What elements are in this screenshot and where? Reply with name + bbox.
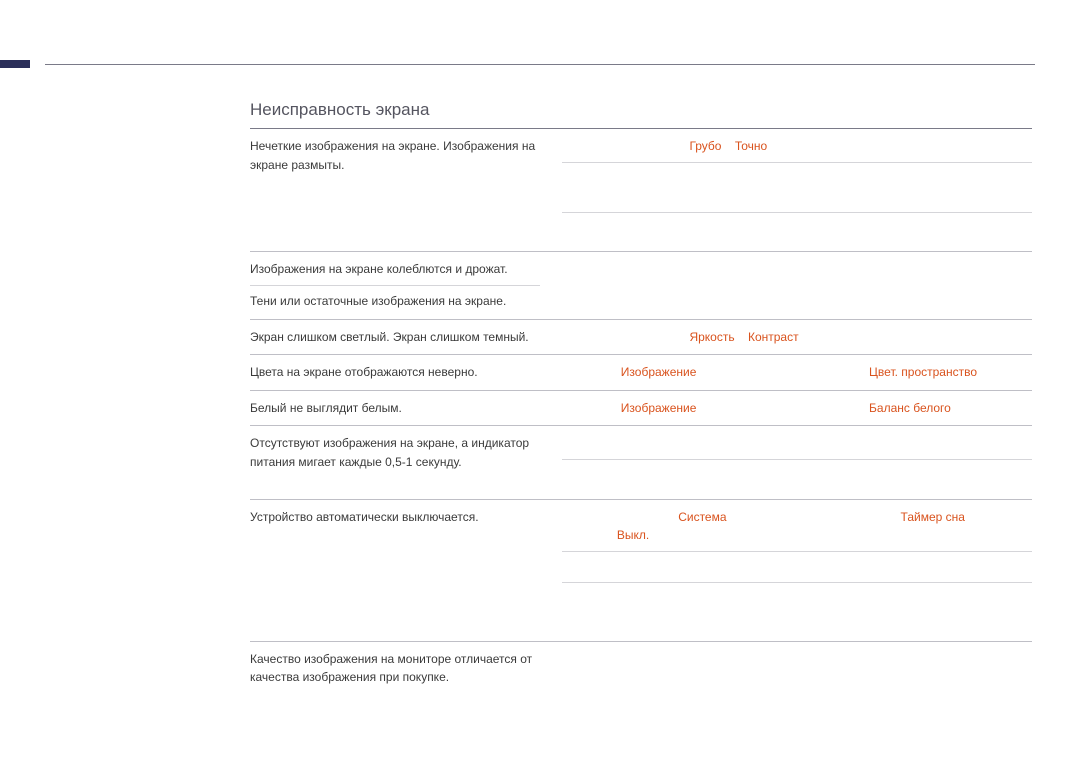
top-rule (45, 64, 1035, 65)
solution-text: и убедитесь, что для функции (727, 510, 901, 524)
solution-block-empty (562, 434, 1032, 459)
symptom-text: Тени или остаточные изображения на экран… (250, 285, 540, 311)
solution-text: . (797, 330, 800, 344)
table-row: Цвета на экране отображаются неверно. Вы… (250, 354, 1032, 390)
table-row: Отсутствуют изображения на экране, а инд… (250, 425, 1032, 498)
menu-link: Яркость (689, 330, 734, 344)
menu-link: Контраст (748, 330, 797, 344)
table-row: Экран слишком светлый. Экран слишком тем… (250, 319, 1032, 355)
section-title: Неисправность экрана (250, 100, 429, 120)
symptom-text: Изображения на экране колеблются и дрожа… (250, 260, 540, 279)
solution-block-empty (562, 582, 1032, 632)
menu-link: Система (678, 510, 726, 524)
symptom-cell: Нечеткие изображения на экране. Изображе… (250, 129, 550, 251)
menu-link: Таймер сна (901, 510, 965, 524)
menu-link: Цвет. пространство (869, 365, 977, 379)
table-row: Качество изображения на мониторе отличае… (250, 641, 1032, 695)
solution-text: Настройте параметры (562, 139, 689, 153)
solution-cell: Настройте параметры Яркость и Контраст. (550, 320, 1032, 355)
symptom-cell: Устройство автоматически выключается. (250, 500, 550, 641)
menu-link: Изображение (621, 365, 697, 379)
solution-text: Перейдите в раздел (562, 510, 678, 524)
menu-link: Изображение (621, 401, 697, 415)
symptom-cell: Экран слишком светлый. Экран слишком тем… (250, 320, 550, 355)
symptom-cell: Цвета на экране отображаются неверно. (250, 355, 550, 390)
solution-cell (550, 426, 1032, 498)
solution-text: . (977, 365, 980, 379)
solution-block-empty (562, 459, 1032, 491)
solution-block-empty (562, 551, 1032, 583)
solution-cell: Выберите Изображение и настройте парамет… (550, 391, 1032, 426)
solution-text: и настройте параметры меню (696, 365, 869, 379)
solution-text: Настройте параметры (562, 330, 689, 344)
solution-cell (550, 642, 1032, 695)
solution-text: Выберите (562, 401, 621, 415)
solution-cell: Настройте параметры Грубо и Точно. (550, 129, 1032, 251)
solution-block-empty (562, 212, 1032, 244)
symptom-cell: Качество изображения на мониторе отличае… (250, 642, 550, 695)
solution-text: и (721, 139, 734, 153)
solution-text: Выберите (562, 365, 621, 379)
solution-text: . (649, 528, 652, 542)
solution-cell (550, 252, 1032, 318)
solution-cell: Выберите Изображение и настройте парамет… (550, 355, 1032, 390)
menu-link: Баланс белого (869, 401, 951, 415)
symptom-cell: Изображения на экране колеблются и дрожа… (250, 252, 550, 318)
menu-link: Грубо (689, 139, 721, 153)
symptom-cell: Белый не выглядит белым. (250, 391, 550, 426)
table-row: Устройство автоматически выключается. Пе… (250, 499, 1032, 641)
table-row: Нечеткие изображения на экране. Изображе… (250, 128, 1032, 251)
solution-text: . (951, 401, 954, 415)
troubleshoot-table: Нечеткие изображения на экране. Изображе… (250, 128, 1032, 695)
solution-block-empty (562, 260, 1032, 303)
solution-text: . (767, 139, 770, 153)
table-row: Белый не выглядит белым. Выберите Изобра… (250, 390, 1032, 426)
page: Неисправность экрана Нечеткие изображени… (0, 0, 1080, 763)
solution-text: и настройте параметры меню (696, 401, 869, 415)
table-row: Изображения на экране колеблются и дрожа… (250, 251, 1032, 318)
menu-link: Выкл. (617, 528, 649, 542)
menu-link: Точно (735, 139, 767, 153)
accent-bar (0, 60, 30, 68)
solution-cell: Перейдите в раздел Система и убедитесь, … (550, 500, 1032, 641)
solution-block-empty (562, 162, 1032, 212)
symptom-cell: Отсутствуют изображения на экране, а инд… (250, 426, 550, 498)
solution-text: и (735, 330, 748, 344)
